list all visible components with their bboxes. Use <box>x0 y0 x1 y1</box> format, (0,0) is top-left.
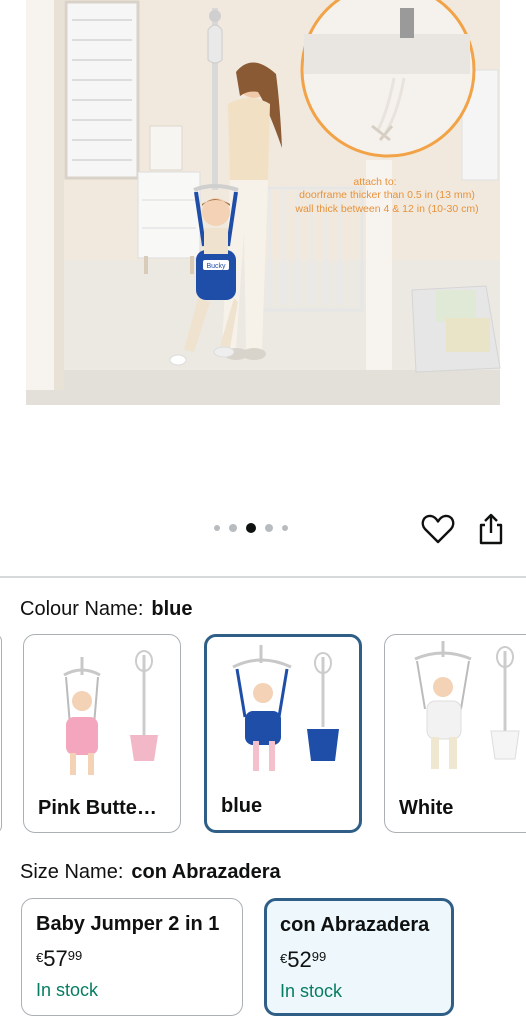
size-label-value: con Abrazadera <box>131 861 281 883</box>
stock-status: In stock <box>280 981 343 1001</box>
price-whole: 52 <box>287 947 312 972</box>
colour-swatch-blue[interactable]: blue <box>204 634 362 833</box>
colour-swatch-offscreen[interactable] <box>0 634 2 833</box>
size-option-baby-jumper[interactable]: Baby Jumper 2 in 1 €57 99 In stock <box>21 898 243 1016</box>
stock-status: In stock <box>36 980 99 1000</box>
size-option-price: €57 99 <box>36 946 228 972</box>
blue-jumper-image <box>232 645 339 771</box>
size-label-key: Size Name: <box>20 861 124 883</box>
carousel-dot[interactable] <box>282 525 288 531</box>
colour-swatch-pink[interactable]: Pink Butte… <box>23 634 181 833</box>
carousel-dot[interactable] <box>214 525 220 531</box>
colour-option-label: White <box>399 797 454 819</box>
section-divider <box>0 576 526 578</box>
size-option-con-abrazadera[interactable]: con Abrazadera €52 99 In stock <box>264 898 454 1016</box>
colour-swatch-white[interactable]: White <box>384 634 526 833</box>
size-name-label: Size Name: con Abrazadera <box>20 861 281 884</box>
callout-title: attach to: <box>353 176 397 188</box>
price-currency: € <box>36 950 44 965</box>
colour-label-key: Colour Name: <box>20 598 144 620</box>
colour-name-label: Colour Name: blue <box>20 598 193 621</box>
carousel-dot-active[interactable] <box>246 523 256 533</box>
size-option-title: Baby Jumper 2 in 1 <box>36 913 220 935</box>
colour-option-label: blue <box>221 795 263 817</box>
price-cents: 99 <box>67 948 83 963</box>
callout-wall: wall thick between 4 & 12 in (10-30 cm) <box>295 203 479 215</box>
white-jumper-image <box>414 641 520 769</box>
callout-doorframe: doorframe thicker than 0.5 in (13 mm) <box>299 189 475 201</box>
carousel-dot[interactable] <box>229 524 237 532</box>
price-whole: 57 <box>43 946 68 971</box>
carousel-pagination[interactable] <box>214 523 288 533</box>
carousel-dot[interactable] <box>265 524 273 532</box>
colour-option-label: Pink Butte… <box>38 797 157 819</box>
size-option-price: €52 99 <box>280 947 438 973</box>
product-image[interactable]: Bucky attach to: doorframe thicker than … <box>0 0 526 420</box>
heart-icon[interactable] <box>421 513 455 545</box>
price-currency: € <box>280 951 288 966</box>
hero-tag-text: Bucky <box>206 263 226 270</box>
price-cents: 99 <box>311 949 327 964</box>
colour-label-value: blue <box>151 598 193 620</box>
size-option-title: con Abrazadera <box>280 914 430 936</box>
pink-jumper-image <box>63 650 158 775</box>
share-icon[interactable] <box>476 512 506 546</box>
